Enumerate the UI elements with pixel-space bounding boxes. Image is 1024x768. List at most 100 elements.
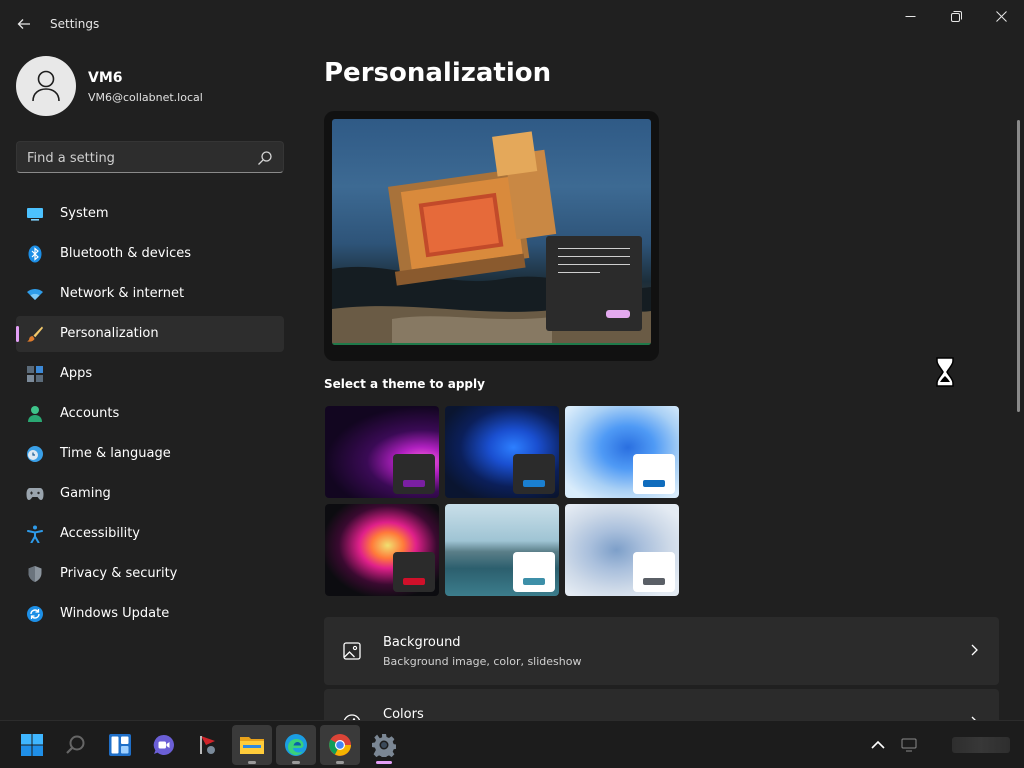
maximize-button[interactable] <box>933 0 979 32</box>
busy-cursor-icon <box>936 357 954 387</box>
sidebar-item-label: Personalization <box>60 326 159 341</box>
theme-swatch <box>513 552 555 592</box>
preview-text-line <box>558 248 630 249</box>
close-icon <box>995 10 1007 22</box>
theme-swatch <box>393 454 435 494</box>
sidebar-item-apps[interactable]: Apps <box>16 356 284 392</box>
card-title: Background <box>383 635 461 650</box>
taskbar-flag-app-button[interactable] <box>188 725 228 765</box>
sidebar-item-network[interactable]: Network & internet <box>16 276 284 312</box>
sidebar-item-label: Time & language <box>60 446 171 461</box>
taskbar-settings-button[interactable] <box>364 725 404 765</box>
theme-bloom-light[interactable] <box>565 406 679 498</box>
sidebar-item-label: Apps <box>60 366 93 381</box>
search-input[interactable] <box>27 148 247 168</box>
theme-swatch <box>513 454 555 494</box>
taskbar-start-button[interactable] <box>12 725 52 765</box>
start-icon <box>21 734 43 756</box>
clock-area <box>952 737 1010 753</box>
theme-swatch <box>633 454 675 494</box>
title-bar: Settings <box>0 0 1024 48</box>
preview-text-line <box>558 264 630 265</box>
theme-flow[interactable] <box>565 504 679 596</box>
theme-glow-dark[interactable] <box>325 406 439 498</box>
clock-globe-icon <box>26 445 44 463</box>
preview-text-line <box>558 256 630 257</box>
close-button[interactable] <box>978 0 1024 32</box>
preview-window <box>546 236 642 331</box>
desktop-preview-image <box>332 119 651 345</box>
app-title: Settings <box>50 17 100 31</box>
chevron-up-icon[interactable] <box>868 735 888 755</box>
taskbar-chat-button[interactable] <box>144 725 184 765</box>
widgets-icon <box>109 734 131 756</box>
back-button[interactable] <box>10 10 38 38</box>
settings-gear-icon <box>372 734 396 757</box>
running-indicator <box>336 761 344 764</box>
bluetooth-icon <box>26 245 44 263</box>
accessibility-icon <box>26 525 44 543</box>
scrollbar[interactable] <box>1017 120 1020 412</box>
background-setting-card[interactable]: Background Background image, color, slid… <box>324 617 999 685</box>
search-icon <box>258 151 272 165</box>
theme-sunrise-lake[interactable] <box>445 504 559 596</box>
taskbar-widgets-button[interactable] <box>100 725 140 765</box>
image-icon <box>343 642 361 660</box>
search-icon <box>66 735 85 754</box>
monitor-icon <box>26 205 44 223</box>
wifi-icon <box>26 285 44 303</box>
minimize-icon <box>905 15 915 17</box>
sidebar-item-bluetooth[interactable]: Bluetooth & devices <box>16 236 284 272</box>
theme-accent-chip <box>523 578 545 585</box>
taskbar-edge-button[interactable] <box>276 725 316 765</box>
taskbar-file-explorer-button[interactable] <box>232 725 272 765</box>
update-icon <box>26 605 44 623</box>
shield-icon <box>26 565 44 583</box>
sidebar-item-personalization[interactable]: Personalization <box>16 316 284 352</box>
network-tray-icon <box>901 738 917 752</box>
file-explorer-icon <box>240 737 264 754</box>
theme-accent-chip <box>523 480 545 487</box>
sidebar-item-label: Gaming <box>60 486 111 501</box>
taskbar-chrome-button[interactable] <box>320 725 360 765</box>
active-indicator <box>376 761 392 764</box>
sidebar-item-label: Privacy & security <box>60 566 178 581</box>
sidebar-nav: System Bluetooth & devices Network & int… <box>16 196 284 636</box>
sidebar-item-windows-update[interactable]: Windows Update <box>16 596 284 632</box>
chevron-right-icon <box>971 644 978 656</box>
theme-accent-chip <box>403 480 425 487</box>
sidebar-item-label: System <box>60 206 109 221</box>
apps-icon <box>26 365 44 383</box>
theme-captured-motion[interactable] <box>325 504 439 596</box>
minimize-button[interactable] <box>887 0 933 32</box>
avatar[interactable] <box>16 56 76 116</box>
theme-preview <box>324 111 659 361</box>
sidebar-item-gaming[interactable]: Gaming <box>16 476 284 512</box>
sidebar-item-time-language[interactable]: Time & language <box>16 436 284 472</box>
search-box[interactable] <box>16 141 284 173</box>
sidebar-item-label: Windows Update <box>60 606 170 621</box>
taskbar-search-button[interactable] <box>56 725 96 765</box>
sidebar-item-privacy[interactable]: Privacy & security <box>16 556 284 592</box>
sidebar-item-label: Network & internet <box>60 286 185 301</box>
chat-icon <box>153 734 174 755</box>
preview-taskbar <box>332 343 651 345</box>
user-avatar-icon <box>32 70 60 102</box>
edge-icon <box>285 734 307 756</box>
person-icon <box>26 405 44 423</box>
preview-text-line <box>558 272 600 273</box>
theme-accent-chip <box>643 578 665 585</box>
paintbrush-icon <box>26 325 44 343</box>
sidebar-item-system[interactable]: System <box>16 196 284 232</box>
page-title: Personalization <box>324 58 552 88</box>
taskbar <box>0 720 1024 768</box>
running-indicator <box>248 761 256 764</box>
theme-bloom-dark[interactable] <box>445 406 559 498</box>
system-tray[interactable] <box>898 733 1018 757</box>
gamepad-icon <box>26 485 44 503</box>
sidebar-item-accounts[interactable]: Accounts <box>16 396 284 432</box>
theme-section-label: Select a theme to apply <box>324 377 485 391</box>
preview-accent-button <box>606 310 630 318</box>
restore-icon <box>950 10 962 22</box>
sidebar-item-accessibility[interactable]: Accessibility <box>16 516 284 552</box>
